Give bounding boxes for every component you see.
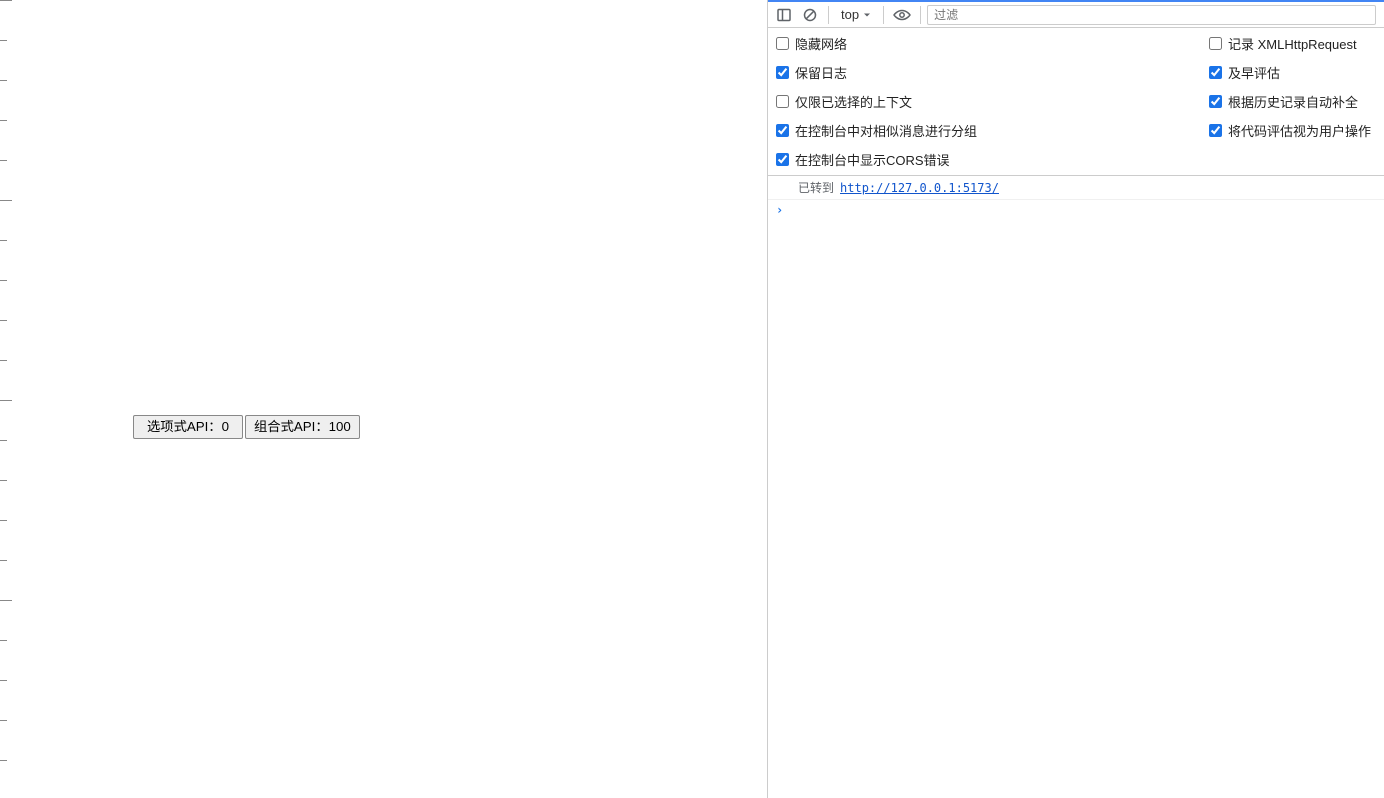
setting-autocomplete-history[interactable]: 根据历史记录自动补全: [1209, 92, 1384, 111]
nav-url-link[interactable]: http://127.0.0.1:5173/: [840, 181, 999, 195]
devtools-panel: top 隐藏网络 保留日志 仅限已选择的上下文: [767, 0, 1384, 798]
autocomplete-history-checkbox[interactable]: [1209, 95, 1222, 108]
filter-input[interactable]: [927, 5, 1376, 25]
console-prompt[interactable]: ›: [768, 200, 1384, 220]
nav-prefix-label: 已转到: [798, 179, 834, 196]
setting-group-similar[interactable]: 在控制台中对相似消息进行分组: [776, 121, 1209, 140]
composition-api-button[interactable]: 组合式API：100: [245, 415, 360, 439]
setting-eager-eval[interactable]: 及早评估: [1209, 63, 1384, 82]
page-viewport: 选项式API：0 组合式API：100: [0, 0, 767, 798]
setting-user-gesture[interactable]: 将代码评估视为用户操作: [1209, 121, 1384, 140]
hide-network-checkbox[interactable]: [776, 37, 789, 50]
chevron-down-icon: [863, 11, 871, 19]
selected-context-checkbox[interactable]: [776, 95, 789, 108]
user-gesture-label: 将代码评估视为用户操作: [1228, 121, 1371, 140]
setting-log-xhr[interactable]: 记录 XMLHttpRequest: [1209, 34, 1384, 53]
show-cors-label: 在控制台中显示CORS错误: [795, 150, 950, 169]
live-expression-icon[interactable]: [890, 4, 914, 26]
execution-context-selector[interactable]: top: [835, 4, 877, 26]
separator: [920, 6, 921, 24]
separator: [828, 6, 829, 24]
log-xhr-checkbox[interactable]: [1209, 37, 1222, 50]
show-cors-checkbox[interactable]: [776, 153, 789, 166]
sidebar-toggle-icon[interactable]: [772, 4, 796, 26]
selected-context-label: 仅限已选择的上下文: [795, 92, 912, 111]
setting-show-cors[interactable]: 在控制台中显示CORS错误: [776, 150, 1209, 169]
eager-eval-label: 及早评估: [1228, 63, 1280, 82]
console-navigation-line: 已转到 http://127.0.0.1:5173/: [768, 176, 1384, 200]
hide-network-label: 隐藏网络: [795, 34, 847, 53]
ruler-left: [0, 0, 14, 798]
preserve-log-label: 保留日志: [795, 63, 847, 82]
group-similar-label: 在控制台中对相似消息进行分组: [795, 121, 977, 140]
setting-preserve-log[interactable]: 保留日志: [776, 63, 1209, 82]
console-output: 已转到 http://127.0.0.1:5173/ ›: [768, 176, 1384, 798]
devtools-toolbar: top: [768, 0, 1384, 28]
prompt-chevron-icon: ›: [776, 203, 790, 217]
scope-label: top: [841, 7, 859, 22]
log-xhr-label: 记录 XMLHttpRequest: [1228, 34, 1357, 53]
button-row: 选项式API：0 组合式API：100: [133, 415, 360, 439]
setting-hide-network[interactable]: 隐藏网络: [776, 34, 1209, 53]
autocomplete-history-label: 根据历史记录自动补全: [1228, 92, 1358, 111]
eager-eval-checkbox[interactable]: [1209, 66, 1222, 79]
clear-console-icon[interactable]: [798, 4, 822, 26]
group-similar-checkbox[interactable]: [776, 124, 789, 137]
options-api-button[interactable]: 选项式API：0: [133, 415, 243, 439]
console-settings: 隐藏网络 保留日志 仅限已选择的上下文 在控制台中对相似消息进行分组 在控制台中…: [768, 28, 1384, 176]
separator: [883, 6, 884, 24]
setting-selected-context[interactable]: 仅限已选择的上下文: [776, 92, 1209, 111]
preserve-log-checkbox[interactable]: [776, 66, 789, 79]
user-gesture-checkbox[interactable]: [1209, 124, 1222, 137]
